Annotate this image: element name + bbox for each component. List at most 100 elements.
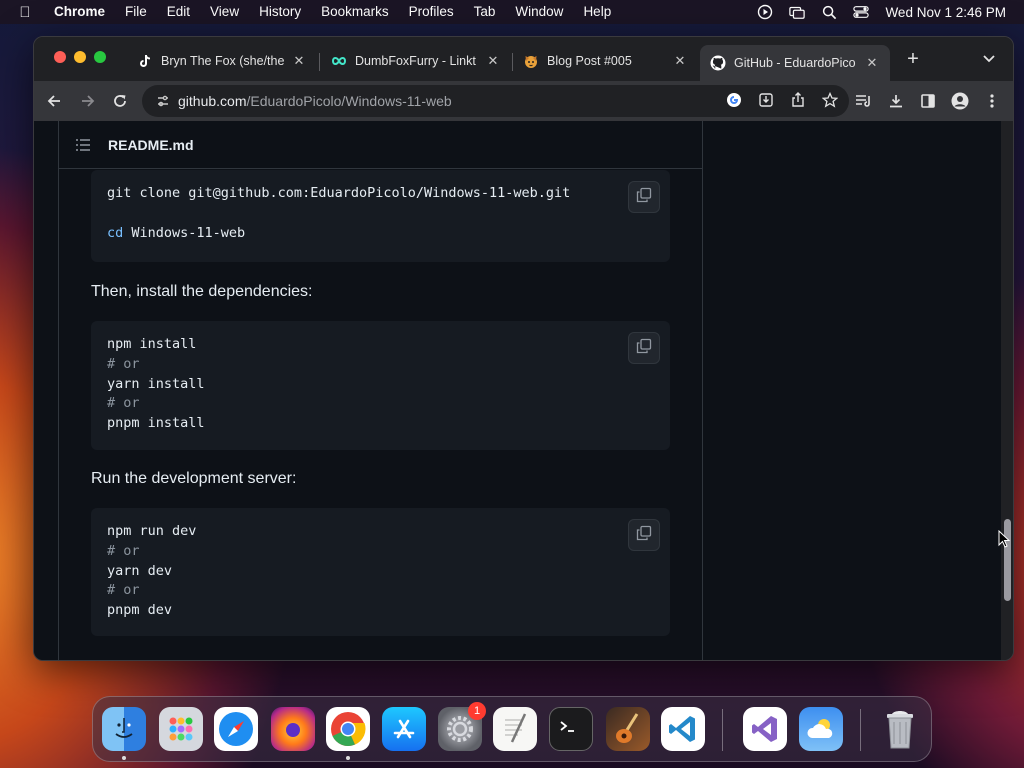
google-lens-icon[interactable] — [725, 91, 743, 109]
menu-view[interactable]: View — [200, 0, 249, 24]
github-icon — [710, 55, 726, 71]
code-comment: # or — [107, 395, 140, 412]
reading-list-icon[interactable] — [854, 89, 874, 113]
copy-button[interactable] — [628, 181, 660, 213]
install-app-icon[interactable] — [757, 91, 775, 109]
code-line: npm install — [107, 336, 197, 352]
linktree-icon — [331, 53, 347, 69]
fox-emoji-icon — [523, 53, 539, 69]
menu-history[interactable]: History — [249, 0, 311, 24]
code-block-clone: git clone git@github.com:EduardoPicolo/W… — [91, 170, 670, 262]
menu-tab[interactable]: Tab — [464, 0, 506, 24]
play-circle-icon[interactable] — [757, 4, 773, 20]
code-comment: # or — [107, 355, 140, 372]
app-store-icon[interactable] — [382, 707, 426, 751]
safari-icon[interactable] — [214, 707, 258, 751]
visual-studio-icon[interactable] — [743, 707, 787, 751]
tab-title: Bryn The Fox (she/the — [161, 54, 285, 68]
menu-app-name[interactable]: Chrome — [36, 0, 115, 24]
tab-title: DumbFoxFurry - Linkt — [355, 54, 476, 68]
running-indicator — [122, 756, 126, 760]
code-text[interactable]: npm run dev # or yarn dev # or pnpm dev — [107, 522, 196, 621]
chrome-icon[interactable] — [326, 707, 370, 751]
share-icon[interactable] — [789, 91, 807, 109]
code-text[interactable]: npm install # or yarn install # or pnpm … — [107, 335, 205, 434]
instruction-text: Then, install the dependencies: — [91, 283, 313, 300]
copy-icon — [636, 338, 652, 359]
tab-search-chevron-icon[interactable] — [982, 51, 1000, 69]
address-bar[interactable]: github.com/EduardoPicolo/Windows-11-web — [142, 85, 849, 117]
code-block-dev-server: npm run dev # or yarn dev # or pnpm dev — [91, 508, 670, 636]
readme-filename: README.md — [108, 136, 194, 153]
site-info-icon[interactable] — [156, 94, 170, 108]
vscode-icon[interactable] — [661, 707, 705, 751]
forward-arrow-icon[interactable] — [76, 89, 100, 113]
menu-bookmarks[interactable]: Bookmarks — [311, 0, 399, 24]
control-center-icon[interactable] — [853, 4, 870, 20]
menu-help[interactable]: Help — [573, 0, 621, 24]
tab-close-icon[interactable]: ✕ — [291, 53, 307, 69]
tab-dumbfoxfurry-linktree[interactable]: DumbFoxFurry - Linkt ✕ — [321, 45, 511, 77]
apple-menu-icon[interactable]:  — [14, 0, 36, 24]
menu-window[interactable]: Window — [505, 0, 573, 24]
mouse-pointer-icon — [998, 529, 1011, 548]
new-tab-button[interactable]: + — [902, 49, 924, 71]
tab-title: Blog Post #005 — [547, 54, 632, 68]
back-arrow-icon[interactable] — [42, 89, 66, 113]
tab-title: GitHub - EduardoPico — [734, 56, 856, 70]
minimize-window-button[interactable] — [74, 51, 86, 63]
launchpad-icon[interactable] — [159, 707, 203, 751]
page-scrollbar[interactable] — [1001, 121, 1013, 660]
web-page: README.md git clone git@github.com:Eduar… — [34, 121, 1001, 660]
dock — [92, 696, 932, 762]
finder-icon[interactable] — [102, 707, 146, 751]
profile-avatar-icon[interactable] — [950, 89, 970, 113]
close-window-button[interactable] — [54, 51, 66, 63]
copy-icon — [636, 187, 652, 208]
dock-separator — [860, 709, 861, 751]
copy-icon — [636, 525, 652, 546]
menu-profiles[interactable]: Profiles — [399, 0, 464, 24]
trash-icon[interactable] — [878, 707, 922, 751]
zoom-window-button[interactable] — [94, 51, 106, 63]
menu-file[interactable]: File — [115, 0, 157, 24]
tab-close-icon[interactable]: ✕ — [672, 53, 688, 69]
code-line: npm run dev — [107, 523, 197, 539]
code-line: pnpm dev — [107, 602, 173, 619]
kebab-menu-icon[interactable] — [982, 89, 1002, 113]
repo-sidebar — [703, 121, 1001, 660]
url-host: github.com — [178, 93, 247, 109]
dock-separator — [722, 709, 723, 751]
copy-button[interactable] — [628, 332, 660, 364]
firefox-icon[interactable] — [271, 707, 315, 751]
code-line: yarn dev — [107, 562, 173, 579]
textedit-icon[interactable] — [493, 707, 537, 751]
tab-close-icon[interactable]: ✕ — [864, 55, 880, 71]
menu-edit[interactable]: Edit — [157, 0, 200, 24]
screen-mirroring-icon[interactable] — [789, 4, 806, 20]
tab-close-icon[interactable]: ✕ — [485, 53, 501, 69]
tab-github-active[interactable]: GitHub - EduardoPico ✕ — [700, 45, 890, 81]
side-panel-icon[interactable] — [918, 89, 938, 113]
downloads-icon[interactable] — [886, 89, 906, 113]
browser-toolbar: github.com/EduardoPicolo/Windows-11-web — [34, 81, 1013, 121]
readme-panel: README.md git clone git@github.com:Eduar… — [58, 121, 703, 660]
terminal-icon[interactable] — [549, 707, 593, 751]
menubar-clock[interactable]: Wed Nov 1 2:46 PM — [885, 5, 1006, 20]
code-text[interactable]: git clone git@github.com:EduardoPicolo/W… — [107, 184, 570, 243]
chrome-window: Bryn The Fox (she/the ✕ DumbFoxFurry - L… — [33, 36, 1014, 661]
bookmark-star-icon[interactable] — [821, 91, 839, 109]
weather-icon[interactable] — [799, 707, 843, 751]
tiktok-icon — [137, 53, 153, 69]
instruction-text: Run the development server: — [91, 470, 297, 487]
spotlight-search-icon[interactable] — [821, 4, 837, 20]
code-block-install: npm install # or yarn install # or pnpm … — [91, 321, 670, 450]
outline-list-icon[interactable] — [75, 137, 91, 153]
tab-blog-post-005[interactable]: Blog Post #005 ✕ — [513, 45, 698, 77]
tab-bryn-the-fox[interactable]: Bryn The Fox (she/the ✕ — [127, 45, 317, 77]
code-keyword: cd — [107, 224, 124, 241]
reload-icon[interactable] — [108, 89, 132, 113]
garageband-icon[interactable] — [606, 707, 650, 751]
copy-button[interactable] — [628, 519, 660, 551]
code-line: Windows-11-web — [123, 224, 246, 241]
